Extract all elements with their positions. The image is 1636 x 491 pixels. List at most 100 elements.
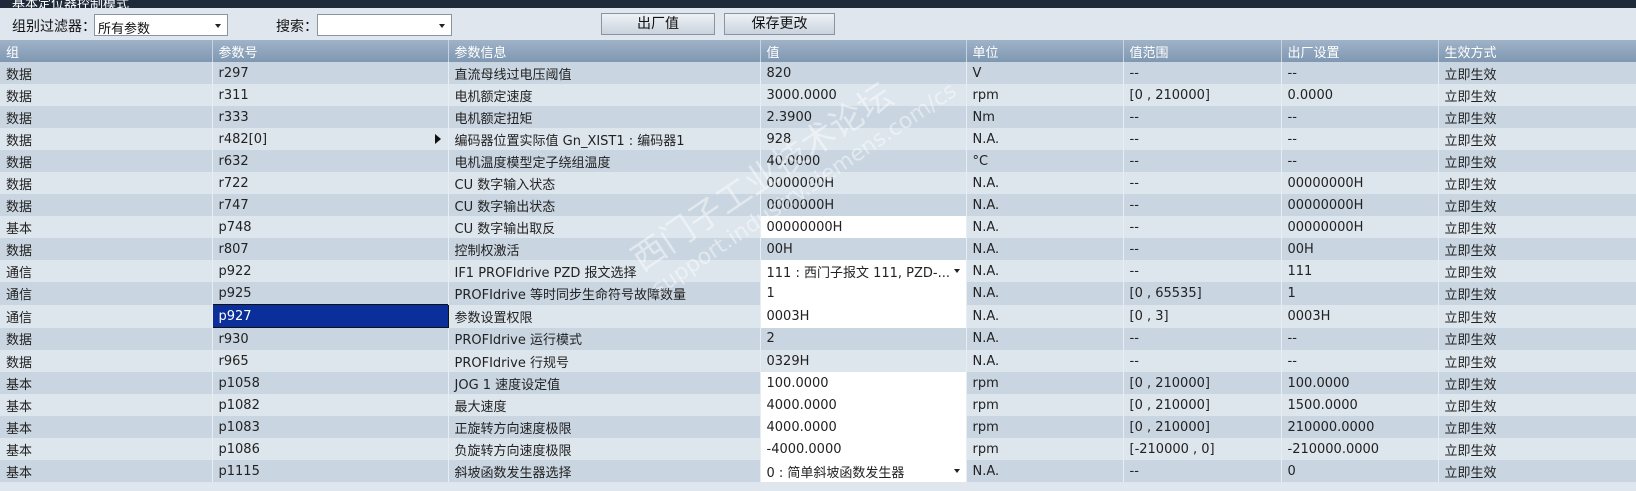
column-header-effect[interactable]: 生效方式 [1438, 40, 1636, 62]
cell-effect-text: 立即生效 [1444, 243, 1497, 259]
table-row[interactable]: 通信 p922 IF1 PROFIdrive PZD 报文选择 111 : 西门子报文… [0, 260, 1636, 282]
cell-group-text: 基本 [6, 399, 33, 415]
cell-info-text: CU 数字输出取反 [454, 221, 556, 237]
column-header-group[interactable]: 组 [0, 40, 213, 62]
cell-value[interactable]: 100.0000 [760, 372, 967, 394]
table-row[interactable]: 基本 p1115 斜坡函数发生器选择 0 : 简单斜坡函数发生器 N.A. -- 0 立即生效 [0, 460, 1636, 482]
cell-info-text: PROFIdrive 行规号 [454, 355, 569, 371]
cell-effect: 立即生效 [1438, 62, 1636, 84]
cell-range: [0 , 3] [1123, 304, 1282, 328]
cell-range-text: -- [1129, 175, 1139, 191]
cell-value[interactable]: 0003H [760, 304, 967, 328]
cell-value: 0329H [760, 350, 967, 372]
cell-param-text: p925 [218, 285, 252, 301]
table-row[interactable]: 数据 r482[0] 编码器位置实际值 Gn_XIST1 : 编码器1 928 N.A.… [0, 128, 1636, 150]
parameter-table: 组 参数号 参数信息 值 单位 值范围 出厂设置 生效方式 数据 r297 直流母线… [0, 40, 1636, 482]
cell-value[interactable]: 0 : 简单斜坡函数发生器 [760, 460, 967, 482]
table-row[interactable]: 基本 p1086 负旋转方向速度极限 -4000.0000 rpm [-210000 , … [0, 438, 1636, 460]
cell-info: 最大速度 [448, 394, 761, 416]
cell-unit: rpm [966, 372, 1124, 394]
cell-factory-text: 100.0000 [1287, 375, 1350, 391]
expand-arrow-icon[interactable] [434, 134, 441, 144]
cell-effect-text: 立即生效 [1444, 111, 1497, 127]
cell-factory-text: 00000000H [1287, 175, 1364, 191]
table-row[interactable]: 数据 r311 电机额定速度 3000.0000 rpm [0 , 210000] 0.00… [0, 84, 1636, 106]
table-row[interactable]: 数据 r747 CU 数字输出状态 0000000H N.A. -- 00000000H 立即… [0, 194, 1636, 216]
table-row[interactable]: 数据 r807 控制权激活 00H N.A. -- 00H 立即生效 [0, 238, 1636, 260]
cell-effect-text: 立即生效 [1444, 133, 1497, 149]
cell-value[interactable]: -4000.0000 [760, 438, 967, 460]
cell-value: 0000000H [760, 194, 967, 216]
group-filter-select[interactable]: 所有参数 [94, 14, 228, 37]
column-header-param[interactable]: 参数号 [212, 40, 449, 62]
column-header-factory[interactable]: 出厂设置 [1281, 40, 1439, 62]
table-row[interactable]: 通信 p927 参数设置权限 0003H N.A. [0 , 3] 0003H 立即生效 [0, 304, 1636, 328]
cell-unit: rpm [966, 416, 1124, 438]
cell-param-text: p1058 [218, 375, 260, 391]
cell-value[interactable]: 4000.0000 [760, 416, 967, 438]
column-header-range[interactable]: 值范围 [1123, 40, 1282, 62]
column-header-value[interactable]: 值 [760, 40, 967, 62]
cell-param: r333 [212, 106, 449, 128]
table-row[interactable]: 基本 p1058 JOG 1 速度设定值 100.0000 rpm [0 , 210000… [0, 372, 1636, 394]
column-header-info[interactable]: 参数信息 [448, 40, 761, 62]
cell-effect-text: 立即生效 [1444, 199, 1497, 215]
factory-value-button[interactable]: 出厂值 [601, 13, 715, 35]
cell-info: CU 数字输入状态 [448, 172, 761, 194]
cell-effect-text: 立即生效 [1444, 310, 1497, 326]
chevron-down-icon[interactable] [211, 17, 225, 33]
cell-unit: N.A. [966, 460, 1124, 482]
cell-param[interactable]: p927 [211, 304, 449, 328]
cell-group: 基本 [0, 372, 213, 394]
cell-effect-text: 立即生效 [1444, 377, 1497, 393]
cell-value: 2 [760, 327, 967, 350]
table-row[interactable]: 基本 p1082 最大速度 4000.0000 rpm [0 , 210000] 1500.… [0, 394, 1636, 416]
cell-range: -- [1123, 194, 1282, 216]
cell-value-text: 00H [766, 241, 793, 257]
cell-effect: 立即生效 [1438, 438, 1636, 460]
cell-range: -- [1123, 327, 1282, 350]
table-row[interactable]: 数据 r722 CU 数字输入状态 0000000H N.A. -- 00000000H 立即… [0, 172, 1636, 194]
cell-info: 电机额定扭矩 [448, 106, 761, 128]
cell-group-text: 数据 [6, 333, 33, 349]
cell-value-text: 2.3900 [766, 109, 813, 125]
cell-param: r482[0] [212, 128, 449, 150]
cell-info: JOG 1 速度设定值 [448, 372, 761, 394]
cell-effect-text: 立即生效 [1444, 221, 1497, 237]
table-row[interactable]: 通信 p925 PROFIdrive 等时同步生命符号故障数量 1 N.A. [0 , 6… [0, 282, 1636, 305]
table-row[interactable]: 数据 r965 PROFIdrive 行规号 0329H N.A. -- -- 立即生效 [0, 350, 1636, 372]
cell-info: 参数设置权限 [448, 304, 761, 328]
cell-unit: N.A. [966, 172, 1124, 194]
table-row[interactable]: 基本 p1083 正旋转方向速度极限 4000.0000 rpm [0 , 210000]… [0, 416, 1636, 438]
table-row[interactable]: 数据 r297 直流母线过电压阈值 820 V -- -- 立即生效 [0, 62, 1636, 84]
cell-info: IF1 PROFIdrive PZD 报文选择 [448, 260, 761, 282]
chevron-down-icon[interactable] [950, 462, 964, 479]
table-row[interactable]: 数据 r632 电机温度模型定子绕组温度 40.0000 °C -- -- 立即生效 [0, 150, 1636, 172]
cell-value[interactable]: 111 : 西门子报文 111, PZD-... [760, 260, 967, 282]
search-input[interactable] [317, 14, 452, 36]
table-row[interactable]: 数据 r930 PROFIdrive 运行模式 2 N.A. -- -- 立即生效 [0, 327, 1636, 350]
cell-effect: 立即生效 [1438, 260, 1636, 282]
cell-param-text: r930 [218, 331, 249, 347]
table-row[interactable]: 数据 r333 电机额定扭矩 2.3900 Nm -- -- 立即生效 [0, 106, 1636, 128]
cell-group: 数据 [0, 172, 213, 194]
cell-unit-text: N.A. [972, 308, 1000, 324]
cell-range: -- [1123, 216, 1282, 238]
table-row[interactable]: 基本 p748 CU 数字输出取反 00000000H N.A. -- 00000000H 立… [0, 216, 1636, 238]
cell-unit-text: rpm [972, 87, 999, 103]
chevron-down-icon[interactable] [950, 262, 964, 279]
cell-range: [0 , 210000] [1123, 416, 1282, 438]
cell-param: r722 [212, 172, 449, 194]
cell-value[interactable]: 00000000H [760, 216, 967, 238]
cell-param: r965 [212, 350, 449, 372]
cell-value[interactable]: 1 [760, 282, 967, 305]
chevron-down-icon[interactable] [435, 17, 449, 33]
cell-factory-text: 00000000H [1287, 197, 1364, 213]
cell-group-text: 通信 [6, 287, 33, 303]
cell-group: 数据 [0, 238, 213, 260]
cell-range: -- [1123, 172, 1282, 194]
cell-value[interactable]: 4000.0000 [760, 394, 967, 416]
column-header-unit[interactable]: 单位 [966, 40, 1124, 62]
save-changes-button[interactable]: 保存更改 [724, 13, 835, 35]
cell-factory-text: -- [1287, 65, 1297, 81]
